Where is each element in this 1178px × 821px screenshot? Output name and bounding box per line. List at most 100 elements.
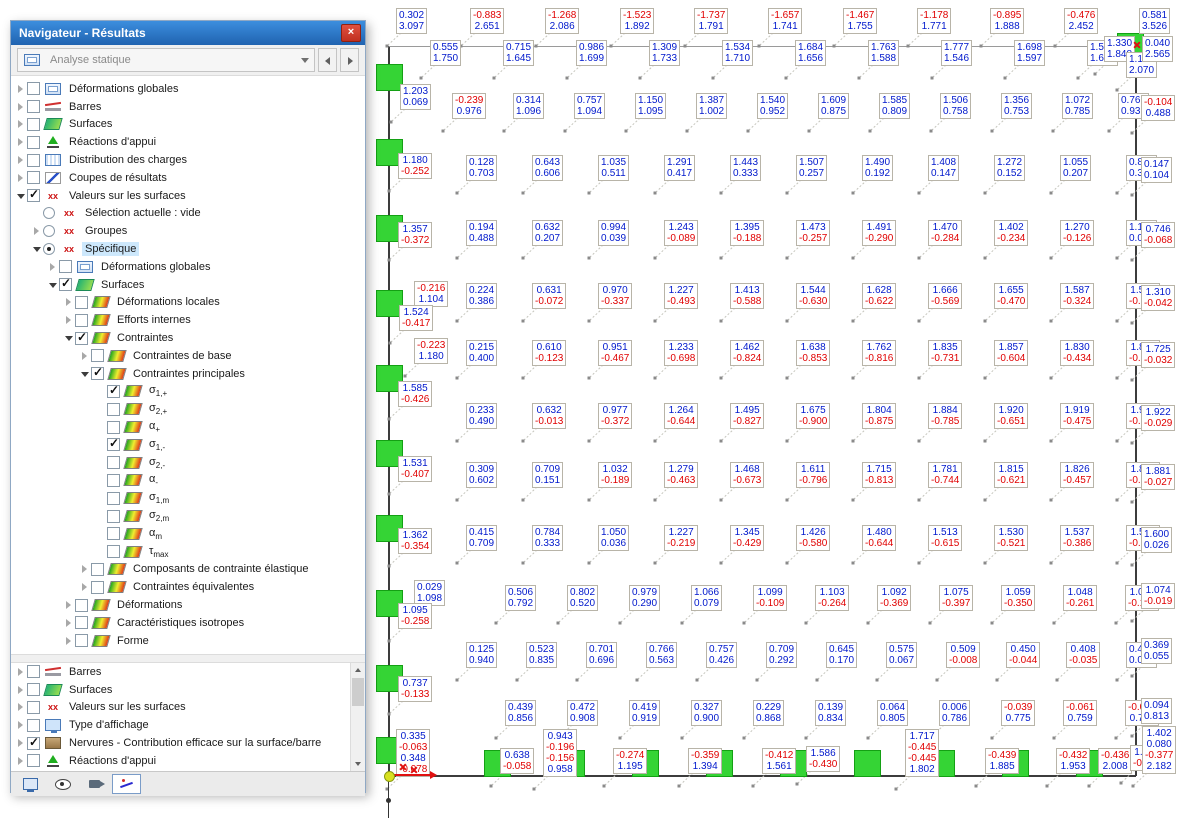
chevron-collapsed-icon[interactable]	[15, 136, 27, 148]
chevron-expanded-icon[interactable]	[79, 368, 91, 380]
tree-item-σ1[interactable]: σ1,-	[11, 436, 365, 454]
chevron-collapsed-icon[interactable]	[79, 563, 91, 575]
chevron-collapsed-icon[interactable]	[15, 666, 27, 678]
chevron-collapsed-icon[interactable]	[63, 617, 75, 629]
tree-item-forme[interactable]: Forme	[11, 632, 365, 650]
tree-item-surfaces[interactable]: Surfaces	[11, 116, 365, 134]
checkbox[interactable]	[59, 276, 72, 292]
previous-case-button[interactable]	[318, 48, 337, 72]
checkbox[interactable]	[27, 683, 40, 697]
tree-item-caract-ristiques-isotropes[interactable]: Caractéristiques isotropes	[11, 614, 365, 632]
tree-item-d-formations[interactable]: Déformations	[11, 596, 365, 614]
chevron-collapsed-icon[interactable]	[15, 719, 27, 731]
tree-item-σ1[interactable]: σ1,+	[11, 383, 365, 401]
chevron-collapsed-icon[interactable]	[15, 118, 27, 130]
checkbox[interactable]	[27, 100, 40, 114]
tree-item-σ2-m[interactable]: σ2,m	[11, 507, 365, 525]
tree-item-contraintes-quivalentes[interactable]: Contraintes équivalentes	[11, 578, 365, 596]
display-manager-button[interactable]	[16, 774, 45, 794]
tree-item-composants-de-contrainte-lastique[interactable]: Composants de contrainte élastique	[11, 561, 365, 579]
checkbox[interactable]	[91, 580, 104, 594]
checkbox[interactable]	[107, 473, 120, 487]
checkbox[interactable]	[27, 665, 40, 679]
chevron-collapsed-icon[interactable]	[63, 296, 75, 308]
radio-button[interactable]	[43, 225, 55, 238]
next-case-button[interactable]	[340, 48, 359, 72]
tree-item-σ1-m[interactable]: σ1,m	[11, 489, 365, 507]
tree-item-contraintes[interactable]: Contraintes	[11, 329, 365, 347]
chevron-collapsed-icon[interactable]	[15, 684, 27, 696]
scroll-up-icon[interactable]	[351, 663, 365, 677]
checkbox[interactable]	[27, 735, 40, 750]
checkbox[interactable]	[107, 420, 120, 434]
checkbox[interactable]	[91, 365, 104, 381]
checkbox[interactable]	[27, 82, 40, 96]
tree-item-nervures-contribution-efficace-sur-la-surface-barre[interactable]: Nervures - Contribution efficace sur la …	[11, 734, 351, 752]
radio-button[interactable]	[43, 207, 55, 220]
tree-item-valeurs-sur-les-surfaces[interactable]: xx Valeurs sur les surfaces	[11, 699, 351, 717]
chevron-collapsed-icon[interactable]	[15, 701, 27, 713]
tree-item-d-formations-globales[interactable]: Déformations globales	[11, 80, 365, 98]
chevron-collapsed-icon[interactable]	[15, 755, 27, 767]
visibility-button[interactable]	[48, 774, 77, 794]
tree-item-τmax[interactable]: τmax	[11, 543, 365, 561]
tree-item-σ2[interactable]: σ2,-	[11, 454, 365, 472]
checkbox[interactable]	[107, 491, 120, 505]
checkbox[interactable]	[75, 330, 88, 345]
tree-item-d-formations-globales[interactable]: Déformations globales	[11, 258, 365, 276]
tree-item-σ2[interactable]: σ2,+	[11, 400, 365, 418]
checkbox[interactable]	[107, 527, 120, 541]
tree-item-r-actions-d-appui[interactable]: Réactions d'appui	[11, 752, 351, 770]
chevron-collapsed-icon[interactable]	[63, 635, 75, 647]
results-values-button[interactable]	[112, 774, 141, 794]
tree-item-r-actions-d-appui[interactable]: Réactions d'appui	[11, 133, 365, 151]
chevron-collapsed-icon[interactable]	[63, 599, 75, 611]
checkbox[interactable]	[75, 295, 88, 309]
tree-item-α[interactable]: α+	[11, 418, 365, 436]
origin-node[interactable]	[384, 771, 395, 782]
checkbox[interactable]	[107, 436, 120, 452]
chevron-collapsed-icon[interactable]	[15, 737, 27, 749]
chevron-collapsed-icon[interactable]	[31, 225, 43, 237]
radio-button[interactable]	[43, 243, 55, 256]
chevron-expanded-icon[interactable]	[63, 332, 75, 344]
tree-item-distribution-des-charges[interactable]: Distribution des charges	[11, 151, 365, 169]
tree-item-surfaces[interactable]: Surfaces	[11, 276, 365, 294]
checkbox[interactable]	[75, 634, 88, 648]
checkbox[interactable]	[107, 545, 120, 559]
checkbox[interactable]	[27, 700, 40, 714]
checkbox[interactable]	[27, 153, 40, 167]
chevron-collapsed-icon[interactable]	[47, 261, 59, 273]
chevron-expanded-icon[interactable]	[47, 279, 59, 291]
chevron-expanded-icon[interactable]	[31, 243, 43, 255]
panel-titlebar[interactable]: Navigateur - Résultats	[11, 21, 365, 45]
tree-item-coupes-de-r-sultats[interactable]: Coupes de résultats	[11, 169, 365, 187]
checkbox[interactable]	[27, 135, 40, 149]
checkbox[interactable]	[91, 349, 104, 363]
tree-item-s-lection-actuelle-vide[interactable]: xx Sélection actuelle : vide	[11, 205, 365, 223]
camera-button[interactable]	[80, 774, 109, 794]
checkbox[interactable]	[27, 117, 40, 131]
chevron-expanded-icon[interactable]	[15, 190, 27, 202]
scroll-thumb[interactable]	[352, 678, 364, 706]
checkbox[interactable]	[107, 456, 120, 470]
chevron-collapsed-icon[interactable]	[79, 350, 91, 362]
checkbox[interactable]	[27, 187, 40, 203]
chevron-collapsed-icon[interactable]	[79, 581, 91, 593]
tree-item-barres[interactable]: Barres	[11, 98, 365, 116]
checkbox[interactable]	[75, 598, 88, 612]
chevron-collapsed-icon[interactable]	[15, 101, 27, 113]
checkbox[interactable]	[75, 616, 88, 630]
tree-item-αm[interactable]: αm	[11, 525, 365, 543]
tree-item-surfaces[interactable]: Surfaces	[11, 681, 351, 699]
chevron-collapsed-icon[interactable]	[63, 314, 75, 326]
tree-item-groupes[interactable]: xx Groupes	[11, 222, 365, 240]
checkbox[interactable]	[91, 562, 104, 576]
chevron-collapsed-icon[interactable]	[15, 154, 27, 166]
analysis-type-combobox[interactable]: Analyse statique	[17, 48, 315, 72]
checkbox[interactable]	[27, 171, 40, 185]
scrollbar[interactable]	[350, 663, 365, 771]
checkbox[interactable]	[27, 754, 40, 768]
checkbox[interactable]	[59, 260, 72, 274]
tree-item-contraintes-principales[interactable]: Contraintes principales	[11, 365, 365, 383]
